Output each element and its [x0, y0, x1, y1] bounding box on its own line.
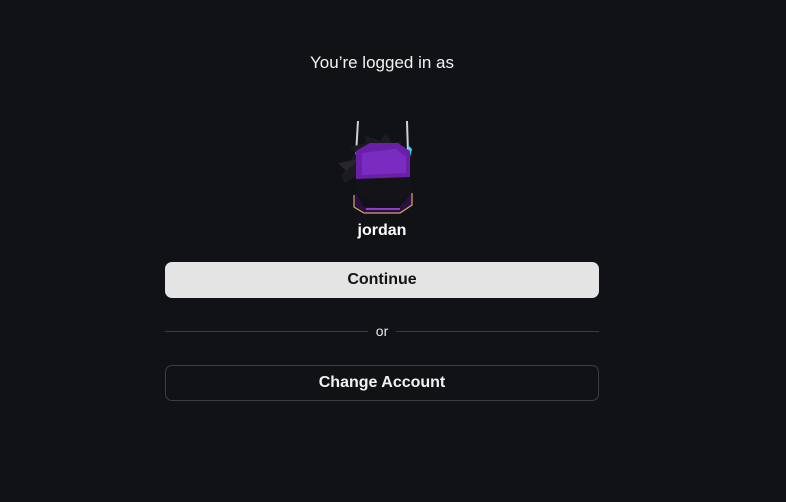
divider-line-right: [396, 330, 600, 332]
divider-line-left: [165, 330, 368, 332]
logged-in-heading: You’re logged in as: [310, 53, 454, 72]
divider-text: or: [375, 323, 389, 339]
username: jordan: [357, 222, 407, 239]
continue-button[interactable]: Continue: [165, 262, 599, 298]
change-account-button[interactable]: Change Account: [165, 365, 599, 401]
or-divider: or: [165, 322, 600, 340]
user-avatar: [336, 113, 430, 219]
